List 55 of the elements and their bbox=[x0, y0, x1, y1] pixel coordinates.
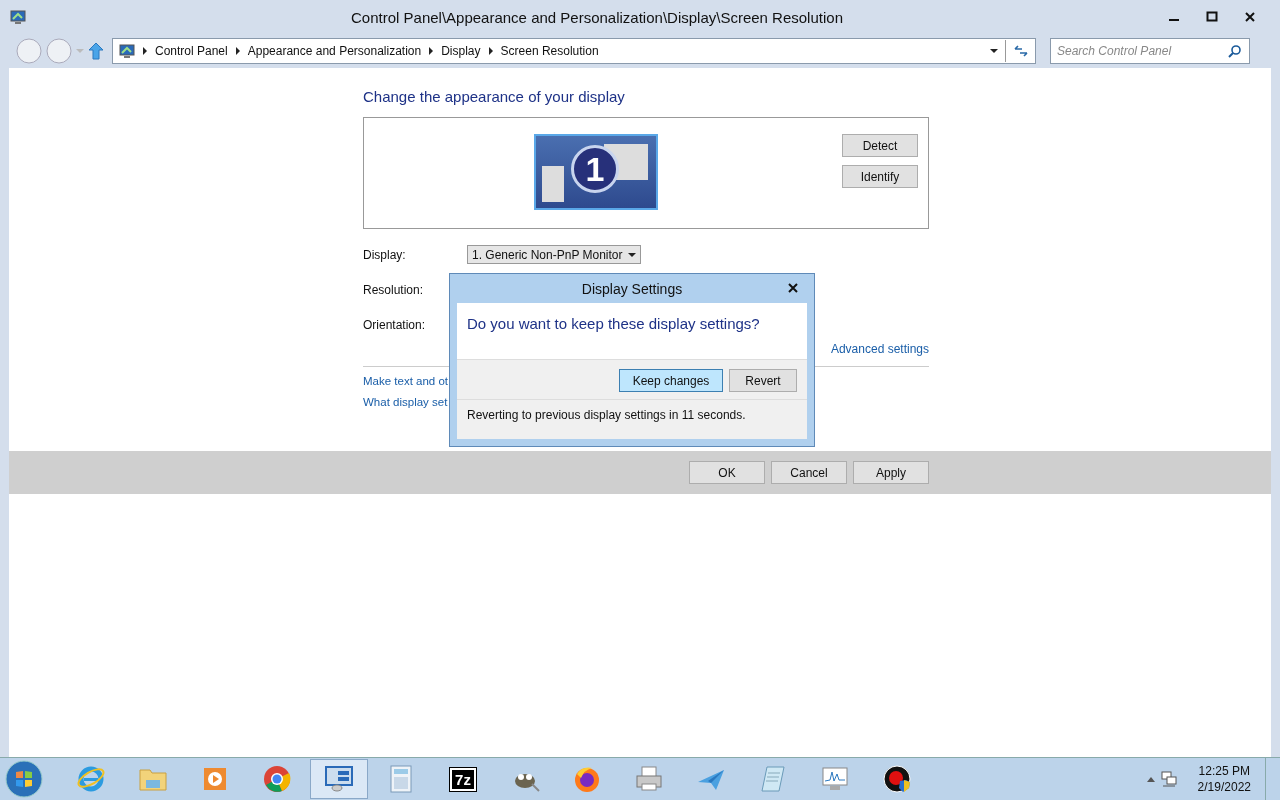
browser-icon bbox=[262, 764, 292, 794]
chevron-icon bbox=[142, 47, 148, 55]
footer-button[interactable]: Apply bbox=[853, 461, 929, 484]
taskbar-button[interactable]: 7z bbox=[434, 759, 492, 799]
clock-date[interactable]: 2/19/2022 bbox=[1197, 779, 1251, 795]
breadcrumb[interactable]: Control Panel bbox=[155, 44, 228, 58]
monitor-number: 1 bbox=[571, 145, 619, 193]
close-icon[interactable] bbox=[1244, 11, 1256, 23]
dialog-button[interactable]: Keep changes bbox=[619, 369, 723, 392]
globe-icon bbox=[76, 764, 106, 794]
help-link[interactable]: Make text and ot bbox=[363, 375, 449, 387]
preview-button[interactable]: Identify bbox=[842, 165, 918, 188]
tray-expand-icon[interactable] bbox=[1145, 775, 1156, 783]
notepad-icon bbox=[758, 764, 788, 794]
page-heading: Change the appearance of your display bbox=[363, 88, 626, 105]
window-title: Control Panel\Appearance and Personalization\Display\Screen Resolution bbox=[350, 8, 844, 26]
breadcrumb[interactable]: Display bbox=[441, 44, 481, 58]
up-arrow-icon[interactable] bbox=[88, 42, 104, 60]
search-field[interactable]: Search Control Panel bbox=[1050, 38, 1250, 64]
search-icon[interactable] bbox=[1228, 44, 1242, 58]
help-link[interactable]: What display set bbox=[363, 396, 448, 408]
monitor-icon bbox=[10, 9, 26, 25]
footer-button[interactable]: OK bbox=[689, 461, 765, 484]
window-thumbnail bbox=[542, 166, 564, 202]
network-icon[interactable] bbox=[1159, 770, 1178, 788]
chevron-icon bbox=[234, 47, 241, 55]
record-icon bbox=[882, 764, 912, 794]
chevron-icon bbox=[428, 47, 435, 55]
printer-icon bbox=[634, 764, 664, 794]
control-panel-icon bbox=[324, 764, 354, 794]
dropdown-icon bbox=[628, 251, 636, 258]
app-logo: 7z bbox=[450, 767, 476, 791]
countdown-text: Reverting to previous display settings in 11 seconds. bbox=[457, 399, 807, 439]
monitor-drawing[interactable]: 1 bbox=[534, 134, 658, 210]
field-label: Display: bbox=[363, 247, 407, 262]
clock-time[interactable]: 12:25 PM bbox=[1198, 763, 1250, 779]
breadcrumb[interactable]: Appearance and Personalization bbox=[247, 44, 422, 58]
monitor-icon bbox=[119, 43, 135, 59]
dialog-question: Do you want to keep these display settings? bbox=[466, 314, 761, 334]
preview-button[interactable]: Detect bbox=[842, 134, 918, 157]
chevron-icon bbox=[487, 47, 494, 55]
address-bar[interactable]: Control Panel Appearance and Personalization Display Screen Resolution bbox=[112, 38, 1036, 64]
close-icon[interactable] bbox=[788, 283, 798, 293]
field-label: Resolution: bbox=[363, 282, 425, 297]
display-dropdown[interactable]: 1. Generic Non-PnP Monitor bbox=[467, 245, 641, 264]
refresh-icon[interactable] bbox=[1013, 44, 1029, 58]
breadcrumb[interactable]: Screen Resolution bbox=[500, 44, 599, 58]
dialog-title: Display Settings bbox=[581, 280, 683, 297]
maximize-icon[interactable] bbox=[1206, 11, 1218, 23]
advanced-settings-link[interactable]: Advanced settings bbox=[830, 342, 929, 356]
dropdown-icon[interactable] bbox=[990, 48, 998, 54]
field-label: Orientation: bbox=[363, 317, 427, 332]
start-button[interactable] bbox=[4, 759, 44, 799]
dialog-button[interactable]: Revert bbox=[729, 369, 797, 392]
footer-button[interactable]: Cancel bbox=[771, 461, 847, 484]
